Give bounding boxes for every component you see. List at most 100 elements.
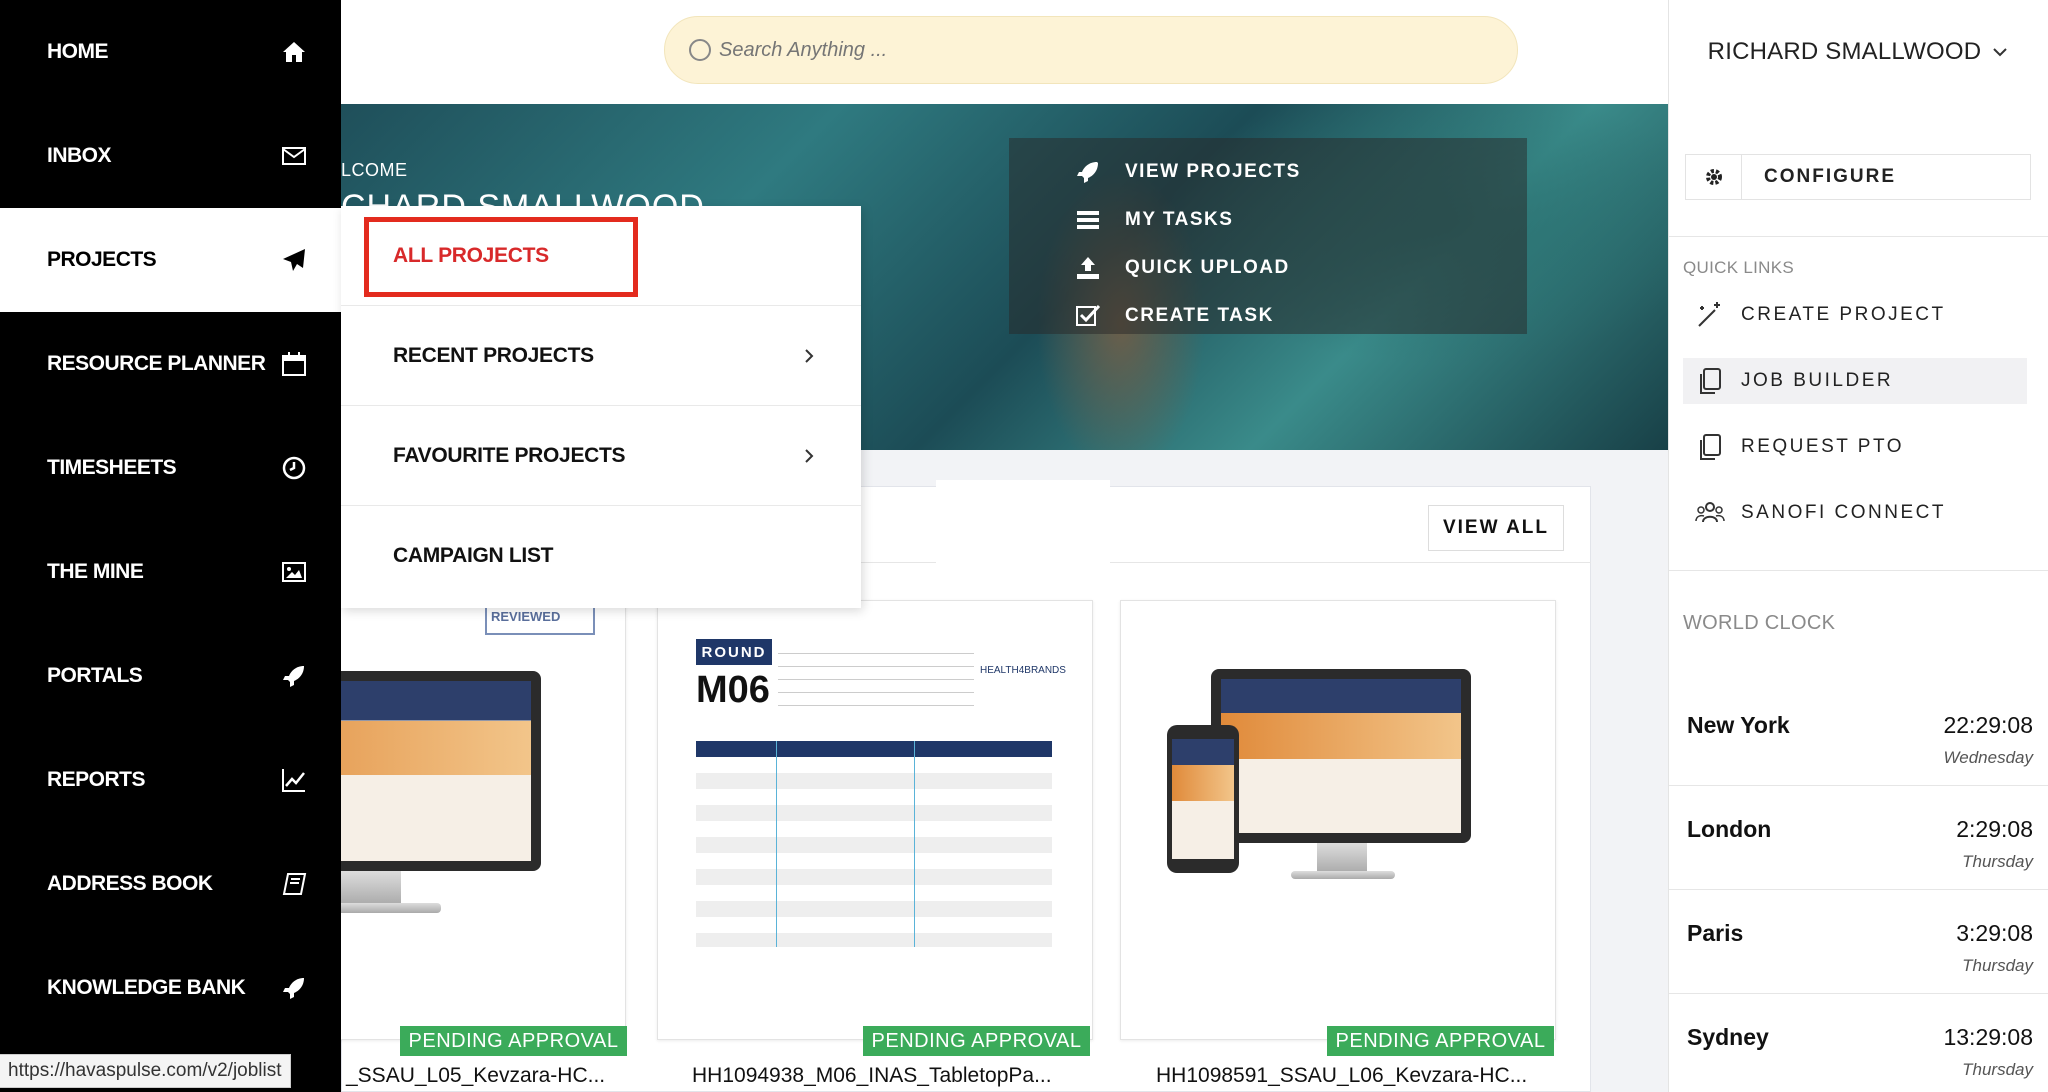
search-icon (689, 39, 711, 61)
envelope-icon (281, 143, 307, 169)
user-menu[interactable]: RICHARD SMALLWOOD (1668, 0, 2048, 104)
right-panel: CONFIGURE QUICK LINKS CREATE PROJECT JOB… (1668, 104, 2048, 1092)
divider (1669, 236, 2048, 237)
quick-link-job-builder[interactable]: JOB BUILDER (1683, 358, 2027, 404)
list-icon (1077, 211, 1099, 229)
rocket-icon (281, 663, 307, 689)
sidebar-item-label: HOME (47, 40, 109, 63)
form-lines (778, 641, 974, 711)
submenu-favourite-projects[interactable]: FAVOURITE PROJECTS (341, 406, 861, 506)
sidebar-item-inbox[interactable]: INBOX (0, 104, 341, 208)
users-icon (1695, 502, 1725, 523)
brand-logo: HEALTH4BRANDS (980, 665, 1066, 676)
sidebar-item-label: KNOWLEDGE BANK (47, 976, 246, 999)
create-task-link[interactable]: CREATE TASK (1009, 292, 1527, 340)
my-tasks-link[interactable]: MY TASKS (1009, 196, 1527, 244)
image-icon (281, 559, 307, 585)
review-table (696, 741, 1052, 947)
clock-time: 22:29:08 (1943, 712, 2033, 738)
view-all-button[interactable]: VIEW ALL (1428, 505, 1564, 551)
round-code: M06 (696, 669, 770, 711)
my-tasks-label: MY TASKS (1125, 209, 1234, 230)
sidebar-item-knowledge-bank[interactable]: KNOWLEDGE BANK (0, 936, 341, 1040)
search-bar[interactable] (664, 16, 1518, 84)
quick-link-label: JOB BUILDER (1741, 370, 1894, 391)
sidebar-item-portals[interactable]: PORTALS (0, 624, 341, 728)
sidebar-item-label: REPORTS (47, 768, 146, 791)
monitor-base (1291, 871, 1395, 879)
reviewed-stamp: REVIEWED (485, 605, 595, 635)
quick-link-sanofi-connect[interactable]: SANOFI CONNECT (1683, 490, 2027, 536)
search-input[interactable] (719, 38, 1419, 62)
sidebar-item-reports[interactable]: REPORTS (0, 728, 341, 832)
clock-city: Sydney (1687, 1024, 1769, 1050)
copy-icon (1700, 434, 1721, 460)
sidebar-item-timesheets[interactable]: TIMESHEETS (0, 416, 341, 520)
magic-wand-icon (1698, 302, 1720, 327)
job-name[interactable]: HH1098591_SSAU_L06_Kevzara-HC... (1156, 1064, 1527, 1088)
rocket-icon (1077, 162, 1098, 183)
user-name: RICHARD SMALLWOOD (1707, 38, 1982, 65)
submenu-campaign-list[interactable]: CAMPAIGN LIST (341, 506, 861, 606)
line-chart-icon (281, 767, 307, 793)
create-task-label: CREATE TASK (1125, 305, 1274, 326)
job-name[interactable]: HH1094938_M06_INAS_TabletopPa... (692, 1064, 1052, 1088)
view-projects-link[interactable]: VIEW PROJECTS (1009, 148, 1527, 196)
world-clock-heading: WORLD CLOCK (1683, 612, 1836, 634)
chevron-right-icon (805, 448, 814, 463)
welcome-text: LCOME (341, 160, 408, 180)
paper-plane-icon (281, 247, 307, 273)
clock-day: Thursday (1962, 1060, 2033, 1079)
copy-icon (1700, 368, 1721, 394)
quick-link-label: SANOFI CONNECT (1741, 502, 1946, 523)
hero-actions-panel: VIEW PROJECTS MY TASKS QUICK UPLOAD CREA… (1009, 138, 1527, 334)
submenu-recent-projects[interactable]: RECENT PROJECTS (341, 306, 861, 406)
quick-upload-link[interactable]: QUICK UPLOAD (1009, 244, 1527, 292)
clock-row: Paris 3:29:08 Thursday (1669, 890, 2048, 994)
quick-link-create-project[interactable]: CREATE PROJECT (1683, 292, 2027, 338)
quick-links-heading: QUICK LINKS (1683, 258, 1794, 277)
status-badge: PENDING APPROVAL (1327, 1026, 1554, 1056)
job-thumbnail[interactable]: ROUND M06 HEALTH4BRANDS (657, 600, 1093, 1040)
sidebar-item-label: THE MINE (47, 560, 144, 583)
configure-button[interactable]: CONFIGURE (1685, 154, 2031, 200)
monitor-stand (1317, 843, 1367, 873)
home-icon (281, 39, 307, 65)
sidebar: HOME INBOX PROJECTS RESOURCE PLANNER TIM… (0, 0, 341, 1092)
monitor-stand (331, 871, 401, 905)
phone-mockup (1167, 725, 1239, 873)
card-tab (936, 480, 1110, 600)
status-bar-url: https://havaspulse.com/v2/joblist (0, 1054, 291, 1088)
sidebar-item-resource-planner[interactable]: RESOURCE PLANNER (0, 312, 341, 416)
round-label: ROUND (696, 639, 772, 665)
sidebar-item-label: PROJECTS (47, 248, 157, 271)
clock-row: New York 22:29:08 Wednesday (1669, 682, 2048, 786)
job-thumbnail[interactable] (1120, 600, 1556, 1040)
sidebar-item-label: INBOX (47, 144, 112, 167)
clock-day: Thursday (1962, 852, 2033, 871)
gear-icon (1686, 155, 1742, 199)
chevron-down-icon (1993, 48, 2008, 57)
sidebar-item-label: RESOURCE PLANNER (47, 352, 266, 375)
clock-time: 2:29:08 (1956, 816, 2033, 842)
quick-link-label: REQUEST PTO (1741, 436, 1904, 457)
clock-icon (281, 455, 307, 481)
sidebar-item-label: ADDRESS BOOK (47, 872, 213, 895)
clock-day: Thursday (1962, 956, 2033, 975)
status-badge: PENDING APPROVAL (863, 1026, 1090, 1056)
sidebar-item-projects[interactable]: PROJECTS (0, 208, 341, 312)
clock-city: New York (1687, 712, 1790, 738)
divider (1669, 570, 2048, 571)
submenu-item-label: FAVOURITE PROJECTS (393, 443, 626, 467)
sidebar-item-the-mine[interactable]: THE MINE (0, 520, 341, 624)
submenu-item-label: RECENT PROJECTS (393, 343, 594, 367)
job-name[interactable]: _SSAU_L05_Kevzara-HC... (346, 1064, 605, 1088)
quick-link-request-pto[interactable]: REQUEST PTO (1683, 424, 2027, 470)
rocket-icon (281, 975, 307, 1001)
view-projects-label: VIEW PROJECTS (1125, 161, 1301, 182)
status-badge: PENDING APPROVAL (400, 1026, 627, 1056)
selection-highlight (364, 217, 638, 297)
sidebar-item-label: PORTALS (47, 664, 143, 687)
sidebar-item-home[interactable]: HOME (0, 0, 341, 104)
sidebar-item-address-book[interactable]: ADDRESS BOOK (0, 832, 341, 936)
